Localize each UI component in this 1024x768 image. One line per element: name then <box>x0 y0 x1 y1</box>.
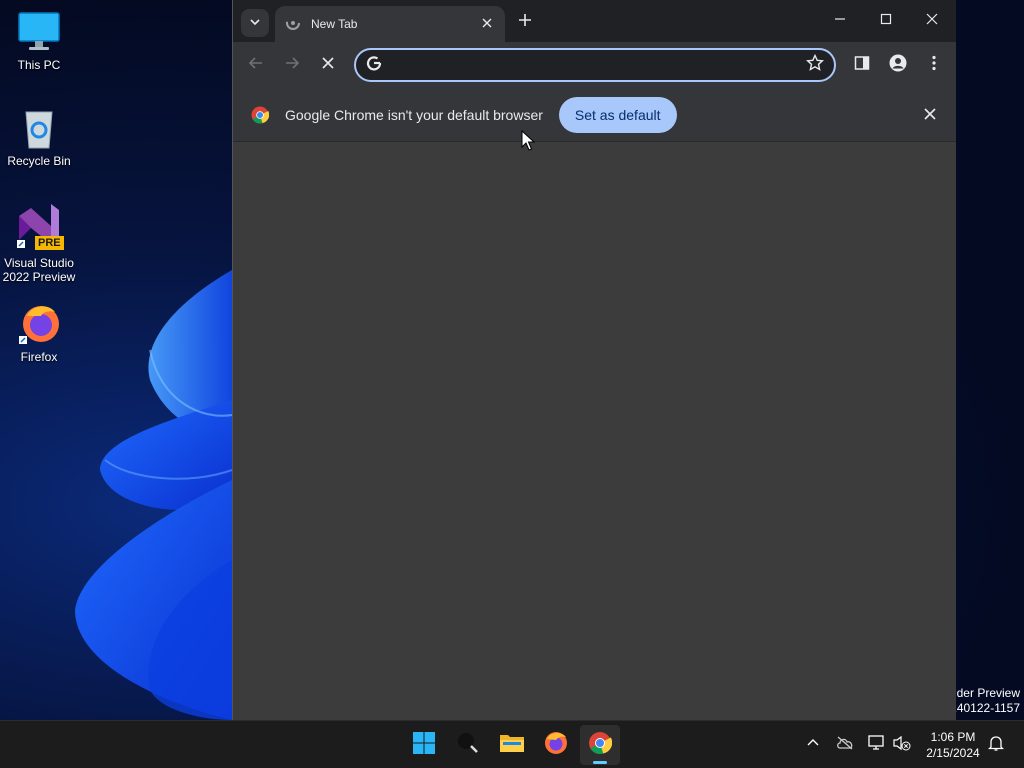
tab-title: New Tab <box>311 17 358 31</box>
search-icon <box>456 731 480 760</box>
arrow-right-icon <box>284 55 300 76</box>
close-icon <box>924 107 936 124</box>
infobar-close-button[interactable] <box>924 107 940 123</box>
tab-strip: New Tab <box>233 0 956 42</box>
firefox-icon <box>544 731 568 760</box>
visual-studio-icon: PRE <box>15 204 64 252</box>
close-icon <box>482 17 492 31</box>
chrome-window: New Tab Google Chrome isn't your default… <box>232 0 956 720</box>
back-button[interactable] <box>244 53 268 77</box>
taskbar-clock[interactable]: 1:06 PM 2/15/2024 <box>920 729 986 761</box>
chevron-down-icon <box>250 14 260 32</box>
arrow-left-icon <box>248 55 264 76</box>
profile-icon <box>889 54 907 77</box>
browser-toolbar <box>233 42 956 88</box>
file-explorer-icon <box>499 732 525 759</box>
desktop-icon-label: Firefox <box>20 350 58 364</box>
firefox-taskbar-button[interactable] <box>536 725 576 765</box>
mouse-cursor-icon <box>521 129 536 157</box>
address-input[interactable] <box>392 57 806 73</box>
volume-tray-button[interactable] <box>890 733 914 757</box>
maximize-button[interactable] <box>863 0 909 42</box>
tab-new-tab[interactable]: New Tab <box>275 6 505 42</box>
clock-date: 2/15/2024 <box>926 746 980 760</box>
network-icon <box>868 734 886 756</box>
volume-muted-icon <box>893 735 911 756</box>
close-icon <box>926 12 938 30</box>
chrome-taskbar-button[interactable] <box>580 725 620 765</box>
firefox-icon <box>17 302 61 346</box>
minimize-icon <box>834 12 846 30</box>
profile-button[interactable] <box>886 53 910 77</box>
network-tray-button[interactable] <box>865 733 889 757</box>
tab-search-button[interactable] <box>241 9 269 37</box>
forward-button[interactable] <box>280 53 304 77</box>
desktop-icon-label: This PC <box>17 58 61 72</box>
google-g-icon <box>366 55 382 76</box>
loading-icon <box>285 15 301 34</box>
start-button[interactable] <box>404 725 444 765</box>
bell-icon <box>987 735 1005 756</box>
stop-loading-button[interactable] <box>316 53 340 77</box>
default-browser-infobar: Google Chrome isn't your default browser… <box>233 88 956 142</box>
plus-icon <box>518 13 532 32</box>
cloud-offline-icon <box>836 736 854 755</box>
clock-time: 1:06 PM <box>930 730 976 744</box>
taskbar: 1:06 PM 2/15/2024 <box>0 720 1024 768</box>
show-hidden-icons-button[interactable] <box>801 733 825 757</box>
bookmark-star-icon[interactable] <box>805 53 825 77</box>
watermark-line: 240122-1157 <box>950 701 1020 715</box>
build-watermark: ider Preview 240122-1157 <box>950 686 1020 716</box>
desktop-icon-visual-studio[interactable]: PRE Visual Studio 2022 Preview <box>0 204 78 284</box>
desktop-icon-firefox[interactable]: Firefox <box>0 302 78 364</box>
chrome-menu-button[interactable] <box>922 53 946 77</box>
recycle-bin-icon <box>17 106 61 150</box>
set-as-default-button[interactable]: Set as default <box>558 96 677 133</box>
side-panel-button[interactable] <box>850 53 874 77</box>
notifications-button[interactable] <box>984 733 1008 757</box>
start-icon <box>412 731 436 760</box>
chrome-icon <box>588 731 613 760</box>
maximize-icon <box>880 12 892 30</box>
desktop-icon-this-pc[interactable]: This PC <box>0 10 78 72</box>
close-window-button[interactable] <box>909 0 955 42</box>
monitor-icon <box>17 10 61 54</box>
desktop-icon-label: Recycle Bin <box>7 154 71 168</box>
more-vertical-icon <box>932 55 936 76</box>
watermark-line: ider Preview <box>953 686 1020 700</box>
minimize-button[interactable] <box>817 0 863 42</box>
search-button[interactable] <box>448 725 488 765</box>
onedrive-tray-button[interactable] <box>833 733 857 757</box>
side-panel-icon <box>854 55 870 76</box>
file-explorer-button[interactable] <box>492 725 532 765</box>
chevron-up-icon <box>807 736 819 754</box>
desktop-icon-recycle-bin[interactable]: Recycle Bin <box>0 106 78 168</box>
tab-close-button[interactable] <box>479 16 495 32</box>
page-content-area[interactable] <box>233 143 956 720</box>
close-icon <box>322 56 334 74</box>
desktop-icon-label: Visual Studio 2022 Preview <box>2 256 76 284</box>
address-bar[interactable] <box>354 48 836 82</box>
infobar-message: Google Chrome isn't your default browser <box>285 106 543 123</box>
preview-badge: PRE <box>35 236 64 250</box>
chrome-logo-icon <box>251 106 269 124</box>
new-tab-button[interactable] <box>515 12 535 32</box>
